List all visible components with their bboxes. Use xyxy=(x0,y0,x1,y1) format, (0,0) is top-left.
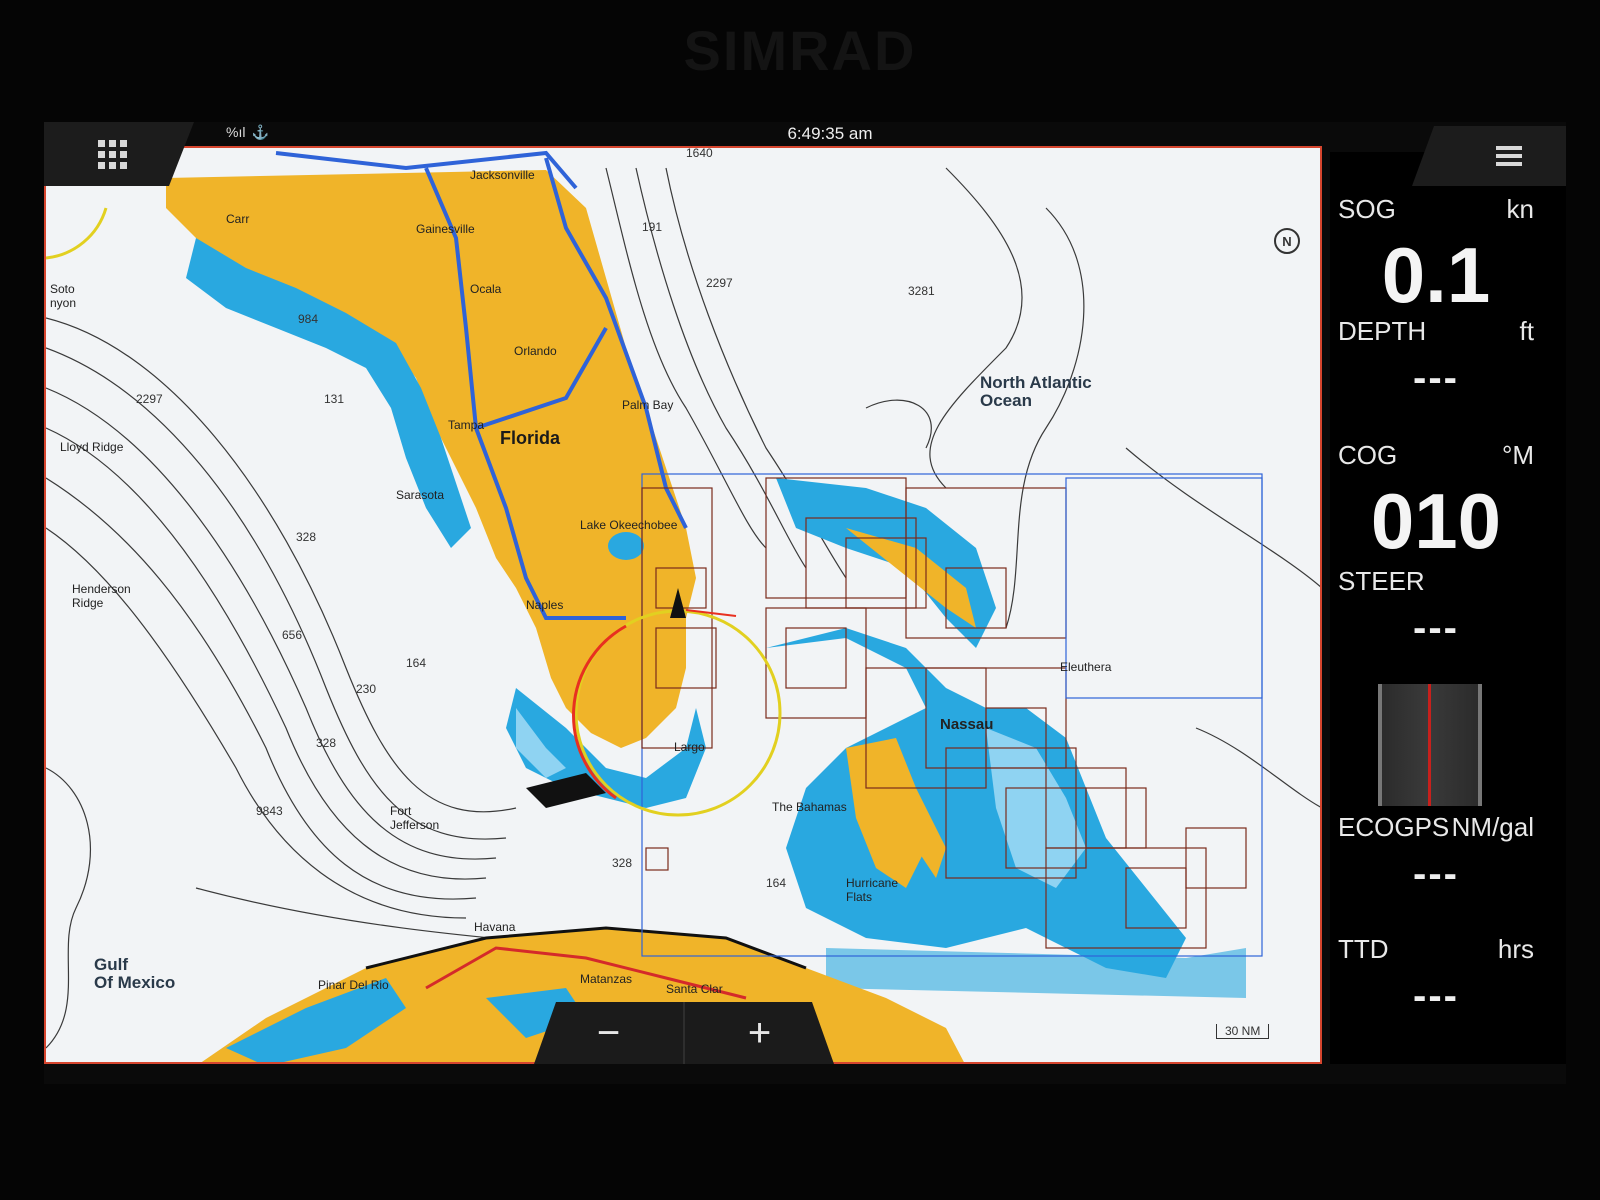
depth-sounding: 131 xyxy=(324,392,345,406)
cog-label: COG xyxy=(1338,440,1398,470)
cog-value: 010 xyxy=(1370,477,1502,565)
label-naples: Naples xyxy=(526,598,564,612)
sog-field[interactable]: SOG kn 0.1 xyxy=(1338,194,1534,319)
depth-sounding: 656 xyxy=(282,628,303,642)
label-santa-clara: Santa Clar xyxy=(666,982,723,996)
label-largo: Largo xyxy=(674,740,705,754)
display-screen: %ıl ⚓ 6:49:35 am Jacksonville Gainesvill… xyxy=(44,122,1566,1084)
sog-label: SOG xyxy=(1338,194,1396,224)
status-icons: %ıl ⚓ xyxy=(226,124,269,141)
sog-value: 0.1 xyxy=(1381,231,1491,319)
ecogps-label: ECOGPS xyxy=(1338,812,1450,842)
depth-sounding: 191 xyxy=(642,220,663,234)
zoom-out-button[interactable]: − xyxy=(534,1002,685,1064)
menu-button[interactable] xyxy=(1412,126,1566,186)
label-henderson-ridge: Henderson Ridge xyxy=(72,582,131,610)
apps-button[interactable] xyxy=(44,122,194,186)
nautical-chart xyxy=(46,150,1320,1062)
depth-sounding: 164 xyxy=(766,876,787,890)
depth-label: DEPTH xyxy=(1338,316,1427,346)
hamburger-menu-icon xyxy=(1496,142,1522,170)
bahamas xyxy=(766,478,1246,998)
label-soto-canyon: Soto nyon xyxy=(50,282,77,310)
depth-sounding: 3281 xyxy=(908,284,935,298)
steer-value: --- xyxy=(1413,606,1459,650)
steer-indicator xyxy=(1428,684,1431,806)
label-eleuthera: Eleuthera xyxy=(1060,660,1112,674)
zoom-controls: − + xyxy=(534,1002,834,1064)
depth-field[interactable]: DEPTH ft --- xyxy=(1338,316,1534,436)
depth-sounding: 1640 xyxy=(686,146,713,160)
label-carrabelle: Carr xyxy=(226,212,250,226)
depth-sounding: 328 xyxy=(296,530,317,544)
depth-sounding: 164 xyxy=(406,656,427,670)
ttd-unit: hrs xyxy=(1497,934,1534,964)
status-bar: %ıl ⚓ 6:49:35 am xyxy=(44,122,1566,146)
signal-bars-icon: %ıl xyxy=(226,124,246,140)
ecogps-unit: NM/gal xyxy=(1451,812,1534,842)
label-gulf-of-mexico: Gulf Of Mexico xyxy=(94,955,176,992)
label-havana: Havana xyxy=(474,920,516,934)
label-fort-jefferson: Fort Jefferson xyxy=(390,804,440,832)
label-tampa: Tampa xyxy=(448,418,485,432)
label-matanzas: Matanzas xyxy=(580,972,633,986)
cog-unit: °M xyxy=(1501,440,1534,470)
steer-gauge xyxy=(1378,684,1482,806)
label-lake-okeechobee: Lake Okeechobee xyxy=(580,518,678,532)
label-the-bahamas: The Bahamas xyxy=(772,800,847,814)
label-lloyd-ridge: Lloyd Ridge xyxy=(60,440,124,454)
ttd-field[interactable]: TTD hrs --- xyxy=(1338,934,1534,1054)
depth-sounding: 328 xyxy=(612,856,633,870)
depth-sounding: 2297 xyxy=(706,276,733,290)
depth-sounding: 230 xyxy=(356,682,377,696)
label-ocala: Ocala xyxy=(470,282,502,296)
depth-sounding: 9843 xyxy=(256,804,283,818)
ttd-label: TTD xyxy=(1338,934,1389,964)
apps-grid-icon xyxy=(97,139,127,169)
depth-sounding: 2297 xyxy=(136,392,163,406)
label-jacksonville: Jacksonville xyxy=(470,168,535,182)
instrument-panel: SOG kn 0.1 DEPTH ft --- COG °M 010 STEER… xyxy=(1330,152,1566,1064)
lake-okeechobee xyxy=(608,532,644,560)
chart-scale: 30 NM xyxy=(1216,1024,1270,1039)
label-north-atlantic-ocean: North Atlantic Ocean xyxy=(980,373,1092,410)
label-gainesville: Gainesville xyxy=(416,222,475,236)
ecogps-value: --- xyxy=(1413,852,1459,896)
ttd-value: --- xyxy=(1413,974,1459,1018)
clock: 6:49:35 am xyxy=(787,124,873,143)
chart-view[interactable]: Jacksonville Gainesville Ocala Orlando F… xyxy=(44,146,1322,1064)
label-pinar-del-rio: Pinar Del Rio xyxy=(318,978,389,992)
ecogps-field[interactable]: ECOGPS NM/gal --- xyxy=(1338,812,1534,932)
north-arrow-icon[interactable]: N xyxy=(1274,228,1300,254)
sog-unit: kn xyxy=(1506,194,1534,224)
label-florida: Florida xyxy=(500,428,561,448)
label-orlando: Orlando xyxy=(514,344,557,358)
label-nassau: Nassau xyxy=(940,716,994,733)
brand-logo: SIMRAD xyxy=(683,19,917,82)
label-palm-bay: Palm Bay xyxy=(622,398,674,412)
steer-label: STEER xyxy=(1338,566,1425,596)
label-hurricane-flats: Hurricane Flats xyxy=(846,876,899,904)
cog-field[interactable]: COG °M 010 xyxy=(1338,440,1534,565)
depth-unit: ft xyxy=(1519,316,1534,346)
zoom-in-button[interactable]: + xyxy=(685,1002,834,1064)
label-sarasota: Sarasota xyxy=(396,488,445,502)
anchor-alarm-icon[interactable]: ⚓ xyxy=(251,124,268,140)
depth-sounding: 328 xyxy=(316,736,337,750)
depth-sounding: 984 xyxy=(298,312,319,326)
depth-value: --- xyxy=(1413,356,1459,400)
